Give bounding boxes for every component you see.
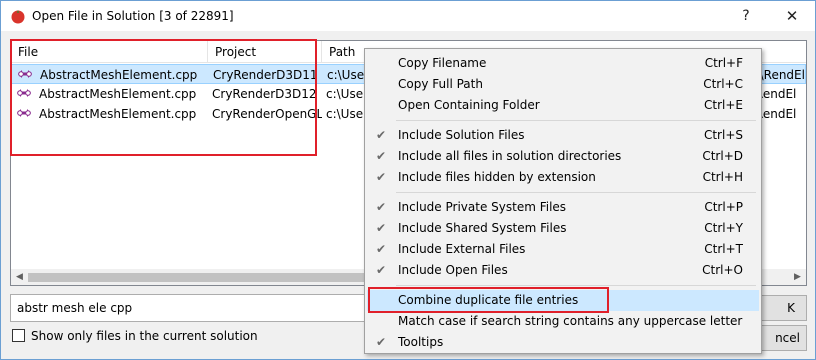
menu-item-open-containing-folder[interactable]: Open Containing Folder Ctrl+E [367, 95, 759, 116]
menu-item-copy-filename[interactable]: Copy Filename Ctrl+F [367, 53, 759, 74]
checkbox-label: Show only files in the current solution [31, 329, 258, 343]
show-only-solution-checkbox[interactable]: Show only files in the current solution [12, 328, 258, 344]
ok-button-label: K [787, 301, 795, 315]
check-icon: ✔ [375, 221, 387, 235]
cpp-file-icon [18, 70, 32, 78]
file-path: c:\User [326, 87, 366, 101]
file-path: c:\User [326, 107, 366, 121]
check-icon: ✔ [375, 242, 387, 256]
check-icon: ✔ [375, 170, 387, 184]
tomato-app-icon [11, 10, 25, 24]
cancel-button-label: ncel [775, 331, 800, 345]
open-file-dialog: Open File in Solution [3 of 22891] ? ✕ F… [0, 0, 816, 360]
menu-item-include-solution-files[interactable]: ✔ Include Solution Files Ctrl+S [367, 125, 759, 146]
menu-item-include-open-files[interactable]: ✔ Include Open Files Ctrl+O [367, 260, 759, 281]
check-icon: ✔ [375, 335, 387, 349]
title-bar: Open File in Solution [3 of 22891] ? ✕ [1, 1, 815, 31]
check-icon: ✔ [375, 149, 387, 163]
scrollbar-thumb[interactable] [28, 273, 373, 282]
menu-item-include-files-hidden-by-extension[interactable]: ✔ Include files hidden by extension Ctrl+H [367, 167, 759, 188]
menu-item-include-private-system-files[interactable]: ✔ Include Private System Files Ctrl+P [367, 197, 759, 218]
menu-item-copy-full-path[interactable]: Copy Full Path Ctrl+C [367, 74, 759, 95]
menu-separator [396, 285, 756, 286]
context-menu: Copy Filename Ctrl+F Copy Full Path Ctrl+C… [364, 48, 762, 354]
menu-item-match-case[interactable]: Match case if search string contains any… [367, 311, 759, 332]
check-icon: ✔ [375, 200, 387, 214]
checkbox-box[interactable] [12, 329, 25, 342]
file-name: AbstractMeshElement.cpp [40, 68, 198, 82]
menu-item-combine-duplicate-file-entries[interactable]: Combine duplicate file entries [367, 290, 759, 311]
check-icon: ✔ [375, 263, 387, 277]
menu-separator [396, 120, 756, 121]
window-title: Open File in Solution [3 of 22891] [32, 9, 234, 23]
column-header-project[interactable]: Project [208, 41, 322, 63]
search-input[interactable]: abstr mesh ele cpp [10, 294, 370, 322]
file-path: c:\User [327, 68, 367, 82]
file-name: AbstractMeshElement.cpp [39, 107, 197, 121]
menu-item-include-shared-system-files[interactable]: ✔ Include Shared System Files Ctrl+Y [367, 218, 759, 239]
cpp-file-icon [17, 89, 31, 97]
scroll-left-icon[interactable]: ◀ [11, 269, 28, 285]
close-button[interactable]: ✕ [769, 1, 815, 31]
file-name: AbstractMeshElement.cpp [39, 87, 197, 101]
project-name: CryRenderD3D11 [213, 68, 318, 82]
menu-item-tooltips[interactable]: ✔ Tooltips [367, 332, 759, 353]
menu-separator [396, 192, 756, 193]
menu-item-include-external-files[interactable]: ✔ Include External Files Ctrl+T [367, 239, 759, 260]
check-icon: ✔ [375, 128, 387, 142]
menu-item-include-all-files-in-solution-directories[interactable]: ✔ Include all files in solution directori… [367, 146, 759, 167]
column-header-file[interactable]: File [11, 41, 208, 63]
help-button[interactable]: ? [723, 1, 769, 31]
cpp-file-icon [17, 109, 31, 117]
project-name: CryRenderOpenGL [212, 107, 322, 121]
scroll-right-icon[interactable]: ▶ [789, 269, 806, 285]
project-name: CryRenderD3D12 [212, 87, 317, 101]
